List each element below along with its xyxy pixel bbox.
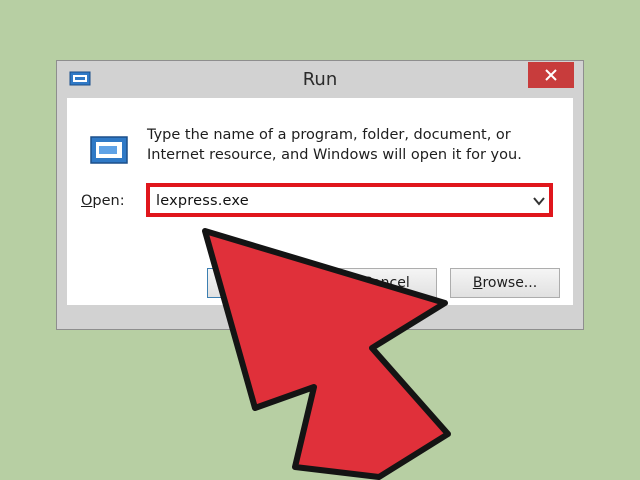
run-program-icon [90, 136, 128, 164]
open-label: Open: [81, 193, 125, 209]
window-title: Run [302, 69, 338, 90]
close-button[interactable] [528, 62, 574, 88]
title-bar[interactable]: Run [57, 61, 583, 98]
browse-button[interactable]: Browse... [450, 268, 560, 298]
chevron-down-icon[interactable] [533, 196, 545, 206]
close-icon [545, 69, 557, 81]
cancel-button[interactable]: Cancel [335, 268, 437, 298]
run-dialog: Run Type the name of a program, folder, … [56, 60, 584, 330]
ok-button[interactable]: OK [207, 268, 327, 298]
dialog-message: Type the name of a program, folder, docu… [147, 127, 522, 163]
open-input[interactable]: lexpress.exe [156, 193, 249, 209]
open-combobox[interactable]: lexpress.exe [146, 183, 553, 217]
